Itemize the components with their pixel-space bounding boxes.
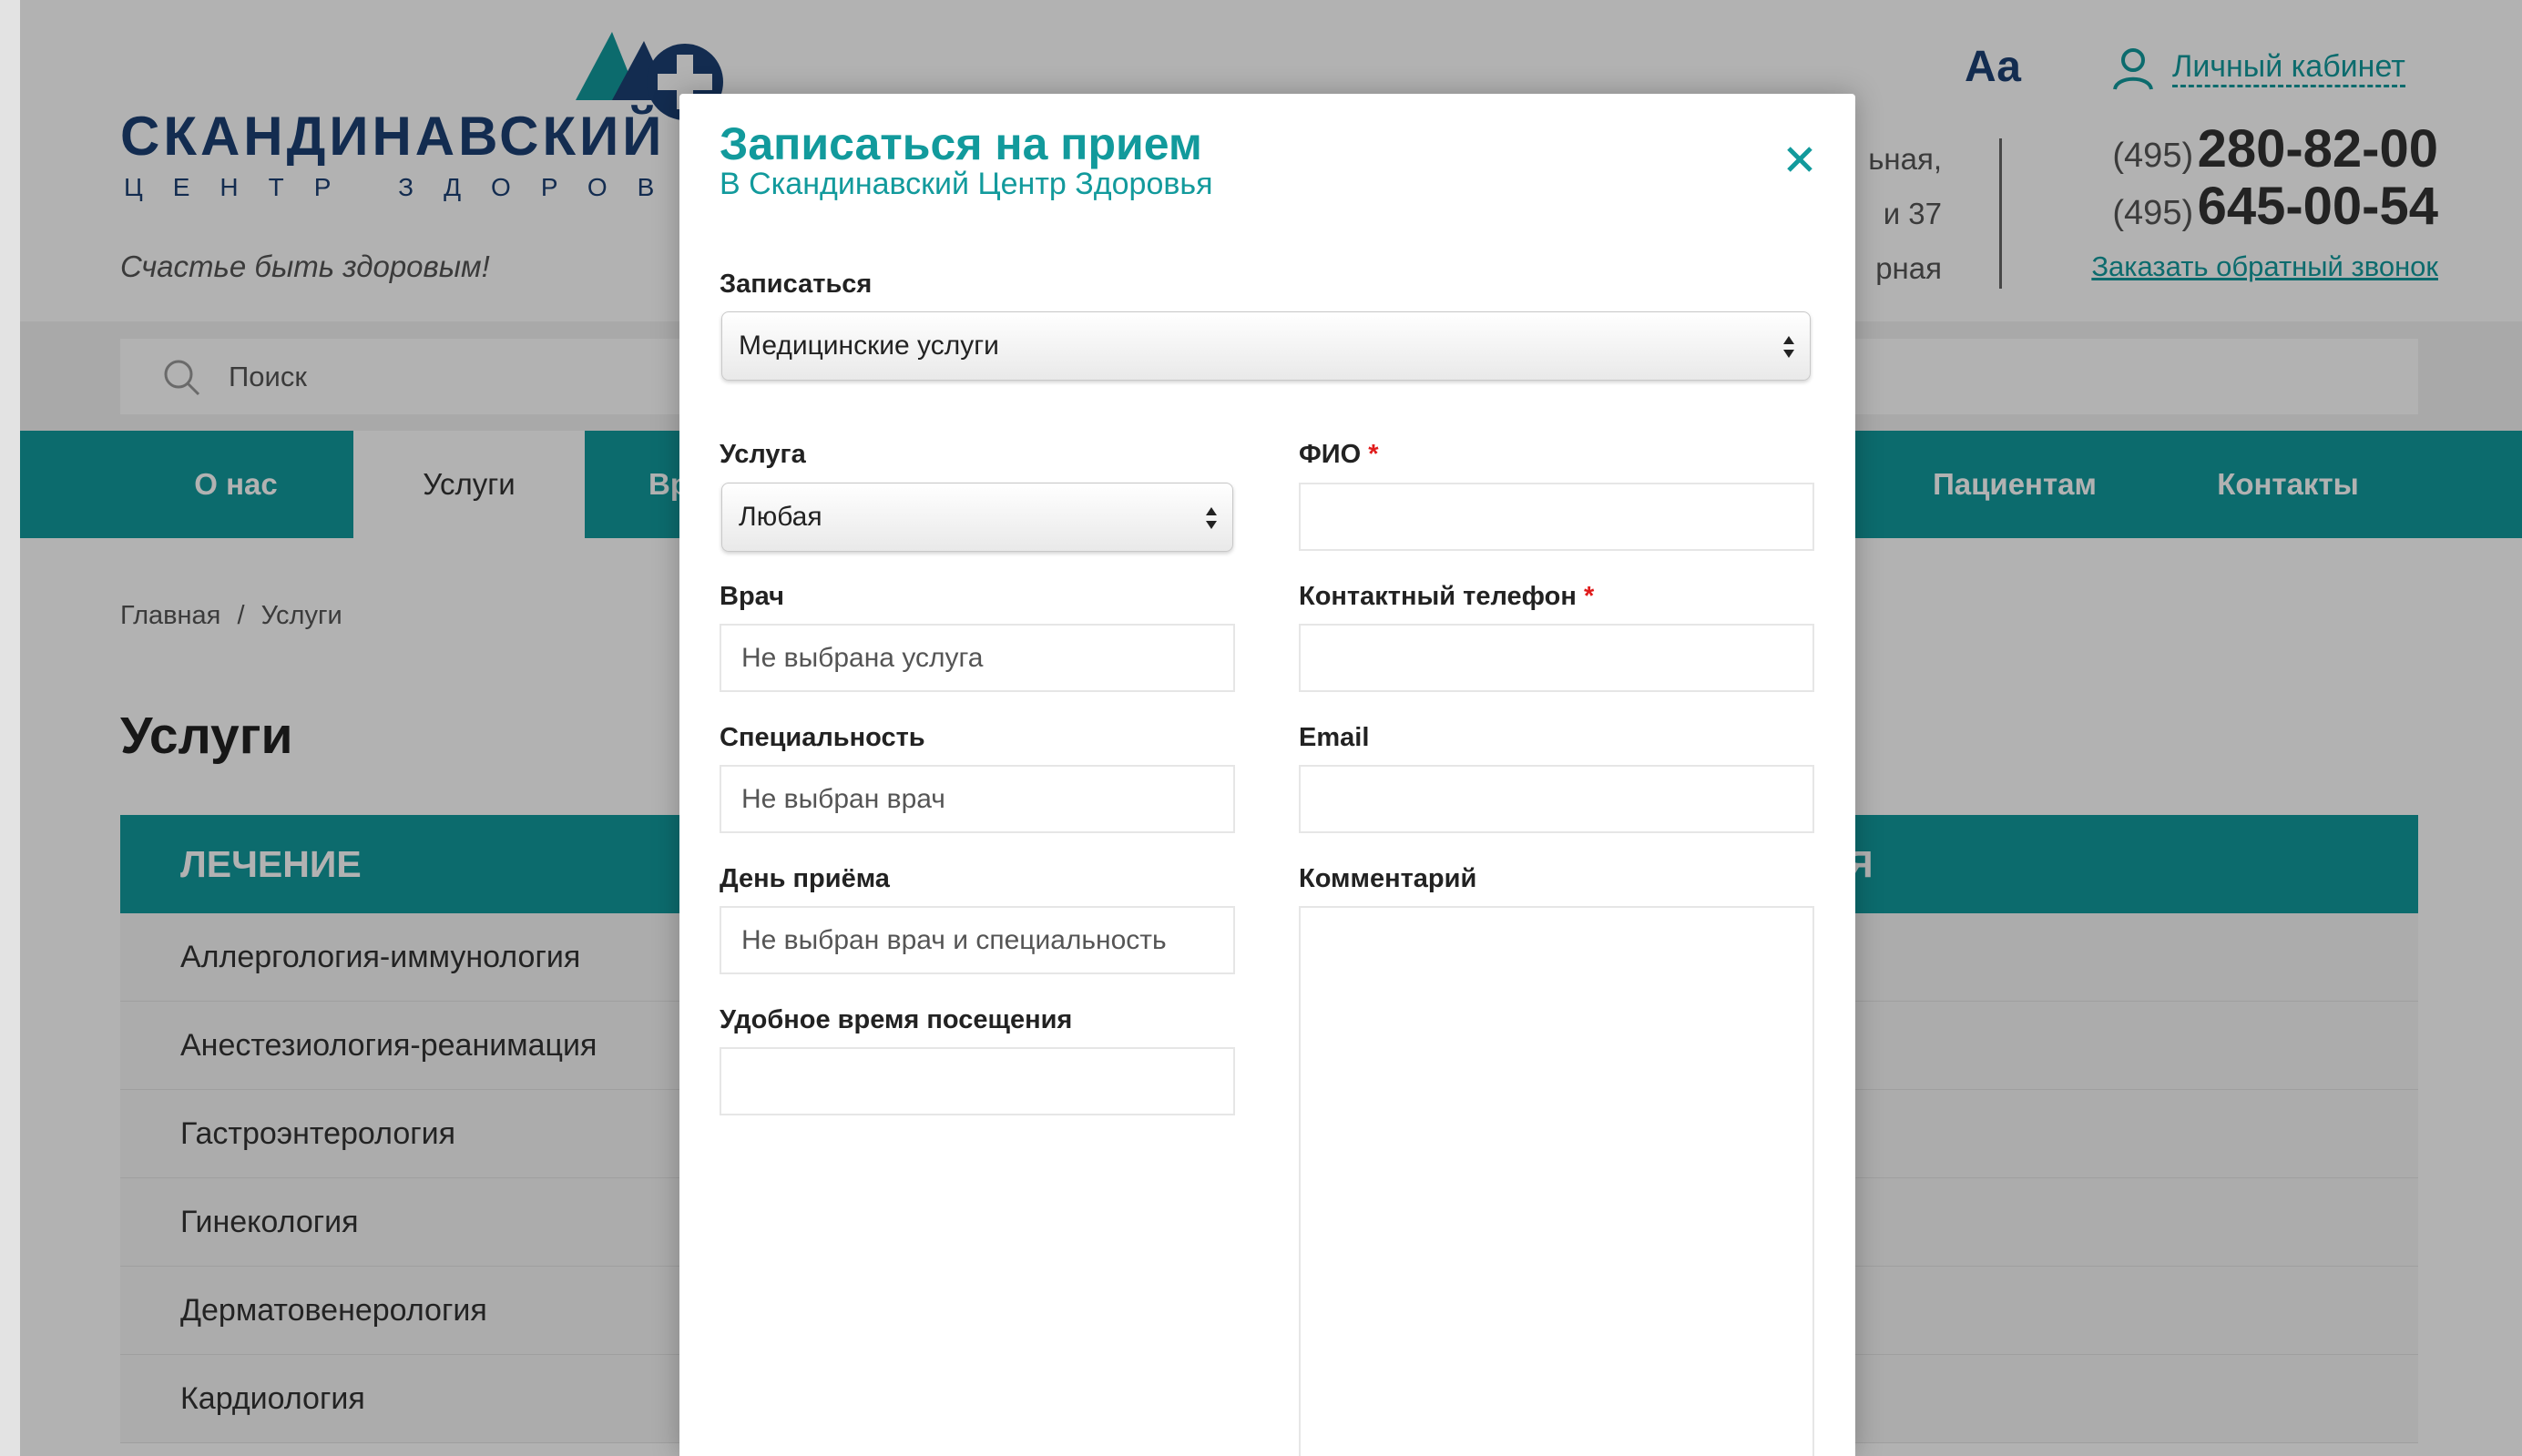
email-field[interactable] (1299, 765, 1814, 833)
required-mark: * (1583, 582, 1595, 611)
fio-label-text: ФИО (1299, 440, 1362, 469)
phone-field[interactable] (1299, 624, 1814, 692)
doctor-field[interactable]: Не выбрана услуга (720, 624, 1235, 692)
day-label: День приёма (720, 864, 890, 893)
signup-type-select[interactable]: Медицинские услуги (721, 311, 1811, 381)
phone-label-text: Контактный телефон (1299, 582, 1577, 611)
comment-field[interactable] (1299, 906, 1814, 1456)
comment-label: Комментарий (1299, 864, 1477, 893)
required-mark: * (1368, 440, 1379, 469)
specialty-field[interactable]: Не выбран врач (720, 765, 1235, 833)
close-icon[interactable] (1780, 139, 1820, 179)
fio-label: ФИО * (1299, 440, 1379, 470)
day-field[interactable]: Не выбран врач и специальность (720, 906, 1235, 974)
signup-type-label: Записаться (720, 270, 873, 299)
time-field[interactable] (720, 1047, 1235, 1115)
signup-type-value: Медицинские услуги (739, 331, 999, 361)
email-label: Email (1299, 723, 1370, 752)
service-label: Услуга (720, 440, 806, 469)
modal-subtitle: В Скандинавский Центр Здоровья (720, 167, 1213, 201)
appointment-modal: Записаться на прием В Скандинавский Цент… (679, 94, 1855, 1456)
specialty-label: Специальность (720, 723, 925, 752)
fio-field[interactable] (1299, 483, 1814, 551)
modal-title: Записаться на прием (720, 118, 1202, 169)
service-value: Любая (739, 502, 822, 532)
time-label: Удобное время посещения (720, 1005, 1073, 1034)
service-select[interactable]: Любая (721, 483, 1233, 552)
select-arrows-icon (1783, 336, 1794, 358)
doctor-label: Врач (720, 582, 784, 611)
select-arrows-icon (1206, 507, 1217, 529)
phone-label: Контактный телефон * (1299, 582, 1594, 612)
